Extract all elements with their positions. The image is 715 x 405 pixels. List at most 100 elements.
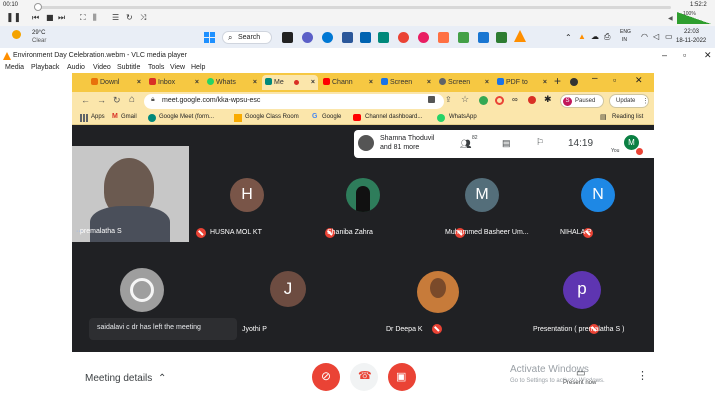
lang-bottom[interactable]: IN: [622, 37, 627, 43]
browser-tab[interactable]: Screen ×: [436, 75, 492, 90]
previous-icon[interactable]: ⏮: [32, 13, 39, 23]
youtube-icon[interactable]: [353, 114, 361, 121]
printer-icon[interactable]: ⎙: [604, 32, 610, 42]
cloud-icon[interactable]: ☁: [591, 32, 599, 41]
update-button[interactable]: Update ⋮: [609, 94, 649, 108]
vlc-tray-icon[interactable]: ▲: [578, 32, 586, 41]
new-tab-icon[interactable]: +: [554, 74, 561, 88]
tab-close-icon[interactable]: ×: [485, 75, 489, 90]
pause-icon[interactable]: ❚❚: [6, 13, 21, 23]
camera-icon[interactable]: [428, 96, 435, 103]
maximize-icon[interactable]: ▫: [683, 50, 686, 60]
edge-icon[interactable]: [322, 32, 333, 43]
share-icon[interactable]: ⇪: [445, 95, 452, 104]
photos-icon[interactable]: [418, 32, 429, 43]
whatsapp-icon[interactable]: [437, 114, 445, 122]
extension-icon[interactable]: [528, 96, 536, 104]
menu-view[interactable]: View: [170, 64, 185, 71]
menu-media[interactable]: Media: [5, 64, 24, 71]
tab-close-icon[interactable]: ×: [137, 75, 141, 90]
stop-icon[interactable]: ■: [46, 13, 54, 23]
meeting-details-label[interactable]: Meeting details: [85, 373, 152, 384]
bookmark-whatsapp[interactable]: WhatsApp: [449, 114, 477, 120]
excel-icon[interactable]: [458, 32, 469, 43]
google-icon[interactable]: G: [312, 113, 317, 120]
menu-tools[interactable]: Tools: [148, 64, 164, 71]
meet-icon[interactable]: [148, 114, 156, 122]
people-icon[interactable]: 👥︎: [460, 139, 471, 150]
bookmark-classroom[interactable]: Google Class Room: [245, 114, 299, 120]
extension-icon[interactable]: [479, 96, 488, 105]
back-icon[interactable]: ←: [81, 95, 90, 105]
browser-tab[interactable]: Inbox ×: [146, 75, 202, 90]
url-text[interactable]: meet.google.com/kka-wpsu-esc: [162, 97, 260, 104]
taskbar-search[interactable]: ⌕ Search: [222, 31, 272, 44]
apps-grid-icon[interactable]: [80, 114, 88, 122]
bookmark-apps[interactable]: Apps: [91, 114, 105, 120]
extensions-puzzle-icon[interactable]: ✱: [544, 94, 552, 105]
more-options-icon[interactable]: ⋮: [637, 369, 648, 382]
extension-icon[interactable]: ∞: [512, 95, 518, 104]
close-icon[interactable]: ✕: [704, 50, 712, 61]
fullscreen-icon[interactable]: ⛶: [80, 13, 86, 23]
menu-help[interactable]: Help: [191, 64, 205, 71]
minimize-icon[interactable]: –: [662, 50, 667, 60]
speaker-icon[interactable]: ◀: [668, 15, 673, 22]
extension-icon[interactable]: [495, 96, 504, 105]
app-icon[interactable]: [478, 32, 489, 43]
record-icon[interactable]: [570, 78, 578, 86]
reading-list[interactable]: Reading list: [612, 114, 643, 120]
reading-list-icon[interactable]: ▤: [600, 113, 607, 121]
tab-close-icon[interactable]: ×: [427, 75, 431, 90]
windows-start-icon[interactable]: [204, 32, 215, 43]
chevron-up-icon[interactable]: ⌃: [565, 33, 572, 42]
sheets-icon[interactable]: [496, 32, 507, 43]
mic-toggle-button[interactable]: ⊘: [312, 363, 340, 391]
tab-close-icon[interactable]: ×: [195, 75, 199, 90]
tab-close-icon[interactable]: ×: [369, 75, 373, 90]
bookmark-channel[interactable]: Channel dashboard...: [365, 114, 422, 120]
tab-close-icon[interactable]: ×: [543, 75, 547, 90]
store-icon[interactable]: [360, 32, 371, 43]
bookmark-google[interactable]: Google: [322, 114, 341, 120]
chevron-up-icon[interactable]: ⌃: [158, 373, 166, 384]
wifi-icon[interactable]: ◠: [641, 32, 648, 41]
close-icon[interactable]: ✕: [635, 75, 643, 86]
camera-toggle-button[interactable]: ▣: [388, 363, 416, 391]
shuffle-icon[interactable]: ⤨: [140, 13, 146, 23]
browser-tab[interactable]: Downl ×: [88, 75, 144, 90]
profile-paused-chip[interactable]: S Paused: [560, 94, 604, 108]
menu-playback[interactable]: Playback: [31, 64, 59, 71]
clock-date[interactable]: 18-11-2022: [676, 38, 706, 44]
bookmark-star-icon[interactable]: ☆: [461, 94, 469, 105]
browser-tab[interactable]: Screen ×: [378, 75, 434, 90]
chrome-icon[interactable]: [398, 32, 409, 43]
seek-bar[interactable]: [34, 6, 671, 9]
browser-tab-active[interactable]: Me ×: [262, 75, 318, 90]
reload-icon[interactable]: ↻: [113, 95, 121, 106]
leave-call-button[interactable]: ☎: [350, 363, 378, 391]
maximize-icon[interactable]: ▫: [613, 75, 616, 85]
loop-icon[interactable]: ↻: [126, 13, 133, 23]
next-icon[interactable]: ⏭: [58, 13, 65, 23]
weather-icon[interactable]: [12, 30, 21, 39]
chat-icon[interactable]: ▤: [502, 138, 511, 149]
lang-top[interactable]: ENG: [620, 29, 631, 35]
browser-tab[interactable]: Chann ×: [320, 75, 376, 90]
mail-icon[interactable]: [378, 32, 389, 43]
playlist-icon[interactable]: ☰: [112, 13, 119, 23]
forward-icon[interactable]: →: [97, 95, 106, 105]
minimize-icon[interactable]: –: [592, 73, 598, 84]
url-bar[interactable]: 🔒︎ meet.google.com/kka-wpsu-esc: [144, 94, 444, 109]
present-screen-icon[interactable]: ▭: [576, 368, 585, 379]
browser-tab[interactable]: PDF to ×: [494, 75, 550, 90]
gmail-icon[interactable]: M: [112, 113, 118, 120]
bookmark-gmail[interactable]: Gmail: [121, 114, 137, 120]
home-icon[interactable]: ⌂: [129, 94, 135, 105]
menu-audio[interactable]: Audio: [67, 64, 85, 71]
seek-handle[interactable]: [34, 3, 42, 11]
menu-video[interactable]: Video: [93, 64, 111, 71]
battery-icon[interactable]: ▭: [665, 32, 673, 41]
lock-icon[interactable]: 🔒︎: [151, 96, 155, 104]
paint-icon[interactable]: [438, 32, 449, 43]
